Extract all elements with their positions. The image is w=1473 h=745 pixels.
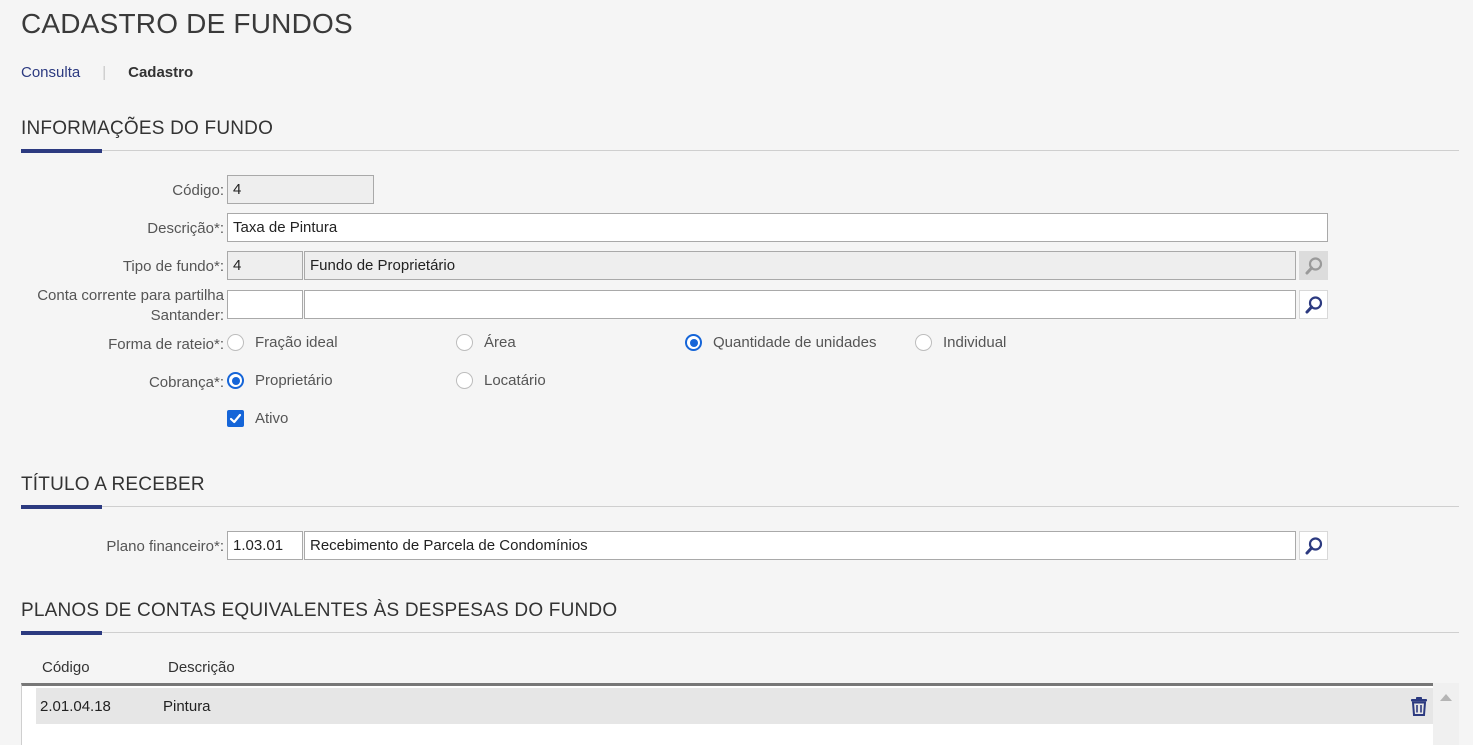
plano-financeiro-name-field[interactable]: Recebimento de Parcela de Condomínios xyxy=(304,531,1296,560)
radio-area[interactable]: Área xyxy=(456,334,516,351)
plano-financeiro-search-button[interactable] xyxy=(1299,531,1328,560)
radio-label: Individual xyxy=(943,334,1007,351)
section-accent-bar xyxy=(21,505,102,509)
search-icon xyxy=(1305,295,1322,313)
breadcrumb-consulta-link[interactable]: Consulta xyxy=(21,64,80,81)
plano-financeiro-label: Plano financeiro*: xyxy=(106,538,224,555)
ativo-label: Ativo xyxy=(255,410,289,427)
section-titulo-title: TÍTULO A RECEBER xyxy=(21,474,205,495)
radio-button-selected[interactable] xyxy=(685,334,702,351)
table-row[interactable]: 2.01.04.18 Pintura xyxy=(36,688,1433,724)
page-title: CADASTRO DE FUNDOS xyxy=(21,8,353,39)
grid-scrollbar[interactable] xyxy=(1433,683,1459,745)
grid-column-codigo[interactable]: Código xyxy=(42,659,90,676)
radio-label: Quantidade de unidades xyxy=(713,334,877,351)
radio-label: Fração ideal xyxy=(255,334,338,351)
section-accent-bar xyxy=(21,149,102,153)
conta-corrente-label: Conta corrente para partilha Santander: xyxy=(37,286,224,326)
section-planos-title: PLANOS DE CONTAS EQUIVALENTES ÀS DESPESA… xyxy=(21,600,618,621)
radio-proprietario[interactable]: Proprietário xyxy=(227,372,333,389)
conta-corrente-label-line2: Santander: xyxy=(150,307,224,324)
forma-rateio-label: Forma de rateio*: xyxy=(108,336,224,353)
radio-label: Proprietário xyxy=(255,372,333,389)
cell-codigo: 2.01.04.18 xyxy=(40,698,111,715)
breadcrumb-separator: | xyxy=(102,64,107,81)
search-icon xyxy=(1305,536,1322,554)
radio-button[interactable] xyxy=(915,334,932,351)
trash-icon[interactable] xyxy=(1410,696,1428,720)
ativo-checkbox[interactable]: Ativo xyxy=(227,410,288,427)
radio-button[interactable] xyxy=(456,334,473,351)
section-divider xyxy=(21,632,1459,633)
breadcrumb: Consulta | Cadastro xyxy=(21,64,193,81)
search-icon xyxy=(1305,256,1322,274)
conta-corrente-label-line1: Conta corrente para partilha xyxy=(37,287,224,304)
planos-grid: 2.01.04.18 Pintura xyxy=(21,683,1433,745)
tipo-fundo-search-button[interactable] xyxy=(1299,251,1328,280)
section-info-title: INFORMAÇÕES DO FUNDO xyxy=(21,118,274,139)
tipo-fundo-name-field[interactable]: Fundo de Proprietário xyxy=(304,251,1296,280)
cell-descricao: Pintura xyxy=(163,698,211,715)
radio-button[interactable] xyxy=(456,372,473,389)
section-info-header: INFORMAÇÕES DO FUNDO xyxy=(21,118,1459,153)
codigo-field[interactable]: 4 xyxy=(227,175,374,204)
cobranca-label: Cobrança*: xyxy=(148,374,224,391)
codigo-label: Código: xyxy=(172,182,224,199)
radio-quantidade-unidades[interactable]: Quantidade de unidades xyxy=(685,334,876,351)
radio-locatario[interactable]: Locatário xyxy=(456,372,546,389)
tipo-fundo-label: Tipo de fundo*: xyxy=(122,258,224,275)
tipo-fundo-code-field[interactable]: 4 xyxy=(227,251,303,280)
checkmark-icon xyxy=(229,413,242,424)
radio-button[interactable] xyxy=(227,334,244,351)
plano-financeiro-code-field[interactable]: 1.03.01 xyxy=(227,531,303,560)
descricao-label: Descrição*: xyxy=(147,220,224,237)
section-divider xyxy=(21,506,1459,507)
checkbox-checked[interactable] xyxy=(227,410,244,427)
radio-button-selected[interactable] xyxy=(227,372,244,389)
radio-label: Área xyxy=(484,334,516,351)
radio-label: Locatário xyxy=(484,372,546,389)
section-divider xyxy=(21,150,1459,151)
grid-column-descricao[interactable]: Descrição xyxy=(168,659,235,676)
conta-corrente-name-field[interactable] xyxy=(304,290,1296,319)
scroll-up-arrow-icon[interactable] xyxy=(1440,694,1452,701)
radio-fracao-ideal[interactable]: Fração ideal xyxy=(227,334,338,351)
conta-corrente-code-field[interactable] xyxy=(227,290,303,319)
conta-corrente-search-button[interactable] xyxy=(1299,290,1328,319)
section-accent-bar xyxy=(21,631,102,635)
descricao-field[interactable]: Taxa de Pintura xyxy=(227,213,1328,242)
radio-individual[interactable]: Individual xyxy=(915,334,1006,351)
breadcrumb-current: Cadastro xyxy=(128,64,194,81)
section-planos-header: PLANOS DE CONTAS EQUIVALENTES ÀS DESPESA… xyxy=(21,600,1459,635)
section-titulo-header: TÍTULO A RECEBER xyxy=(21,474,1459,509)
